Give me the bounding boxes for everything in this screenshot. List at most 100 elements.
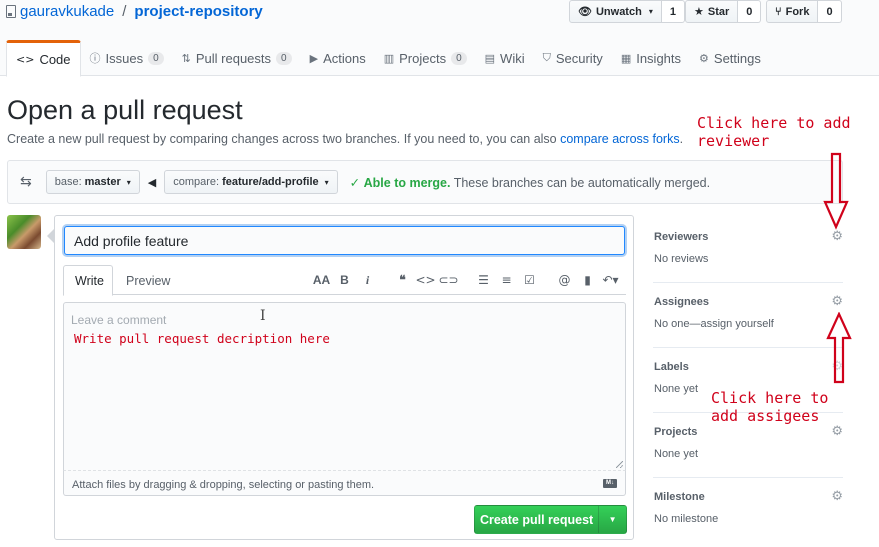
gear-icon[interactable]: ⚙ bbox=[831, 489, 843, 504]
code-icon[interactable]: <> bbox=[414, 273, 437, 287]
tab-actions-label: Actions bbox=[323, 50, 366, 66]
code-icon: <> bbox=[16, 53, 35, 66]
bookmark-icon[interactable]: ▮ bbox=[576, 273, 599, 287]
sidebar-heading: Reviewers bbox=[654, 231, 709, 243]
issues-counter: 0 bbox=[148, 51, 164, 65]
create-pull-request-button[interactable]: Create pull request ▼ bbox=[474, 505, 627, 534]
avatar[interactable] bbox=[7, 215, 41, 249]
compare-forks-link[interactable]: compare across forks bbox=[560, 132, 679, 146]
tab-preview[interactable]: Preview bbox=[115, 265, 181, 296]
sidebar-reviewers: Reviewers ⚙ No reviews bbox=[653, 218, 843, 283]
pull-requests-counter: 0 bbox=[276, 51, 292, 65]
gear-icon[interactable]: ⚙ bbox=[831, 294, 843, 309]
tab-write[interactable]: Write bbox=[63, 265, 113, 296]
chevron-down-icon: ▾ bbox=[126, 177, 131, 187]
page-subtitle: Create a new pull request by comparing c… bbox=[7, 132, 683, 146]
comment-placeholder: Leave a comment bbox=[71, 313, 167, 327]
gear-icon[interactable]: ⚙ bbox=[831, 229, 843, 244]
tab-actions[interactable]: ▶ Actions bbox=[301, 40, 375, 76]
reply-icon[interactable]: ↶▾ bbox=[599, 273, 622, 287]
star-button[interactable]: ★ Star bbox=[685, 0, 739, 23]
unordered-list-icon[interactable]: ☰ bbox=[472, 273, 495, 287]
sidebar-heading: Projects bbox=[654, 426, 698, 438]
sidebar-value: None yet bbox=[654, 383, 699, 395]
fork-group: ⑂ Fork 0 bbox=[766, 0, 842, 23]
merge-status-text: These branches can be automatically merg… bbox=[450, 175, 711, 190]
comment-textarea[interactable]: Leave a comment I bbox=[63, 302, 626, 471]
subtitle-end: . bbox=[679, 132, 684, 146]
markdown-icon[interactable]: M↓ bbox=[603, 479, 617, 488]
star-count[interactable]: 0 bbox=[738, 0, 762, 23]
bold-icon[interactable]: B bbox=[333, 273, 356, 287]
page-title: Open a pull request bbox=[7, 95, 243, 125]
base-branch-name: master bbox=[84, 176, 121, 188]
mention-icon[interactable]: @ bbox=[553, 273, 576, 287]
compare-branch-select[interactable]: compare: feature/add-profile ▾ bbox=[164, 170, 338, 194]
task-list-icon[interactable]: ☑ bbox=[518, 273, 541, 287]
shield-icon: ⛉ bbox=[542, 51, 551, 64]
tab-projects-label: Projects bbox=[399, 50, 447, 66]
fork-label: Fork bbox=[785, 5, 810, 18]
check-icon: ✓ bbox=[349, 175, 361, 190]
repo-separator: / bbox=[122, 3, 127, 20]
watch-count[interactable]: 1 bbox=[661, 0, 685, 23]
sidebar-value: None yet bbox=[654, 448, 699, 460]
unwatch-button[interactable]: 👁 Unwatch ▾ bbox=[569, 0, 662, 23]
base-branch-select[interactable]: base: master ▾ bbox=[45, 170, 140, 194]
sidebar-value[interactable]: No one—assign yourself bbox=[654, 318, 774, 330]
arrow-down-icon bbox=[823, 152, 849, 230]
new-pr-form: Write Preview AA B i ❝ <> ⊂⊃ ☰ ≡ ☑ @ ▮ ↶… bbox=[47, 215, 634, 540]
tab-issues[interactable]: ⓘ Issues 0 bbox=[81, 40, 173, 76]
sidebar-assignees: Assignees ⚙ No one—assign yourself bbox=[653, 283, 843, 348]
tab-settings[interactable]: ⚙ Settings bbox=[690, 40, 770, 76]
merge-status: ✓ Able to merge. These branches can be a… bbox=[350, 175, 710, 190]
tab-projects[interactable]: ▥ Projects 0 bbox=[375, 40, 476, 76]
annotation-reviewer: Click here to add reviewer bbox=[697, 114, 851, 150]
chevron-down-icon: ▾ bbox=[648, 7, 653, 16]
comment-tabnav: Write Preview AA B i ❝ <> ⊂⊃ ☰ ≡ ☑ @ ▮ ↶… bbox=[63, 265, 626, 296]
tab-code-label: Code bbox=[39, 52, 71, 67]
eye-icon: 👁 bbox=[578, 5, 592, 18]
tab-insights[interactable]: ▦ Insights bbox=[612, 40, 690, 76]
fork-button[interactable]: ⑂ Fork bbox=[766, 0, 819, 23]
repo-owner-link[interactable]: gauravkukade bbox=[20, 3, 114, 20]
header-icon[interactable]: AA bbox=[310, 273, 333, 287]
tab-pull-requests-label: Pull requests bbox=[195, 50, 272, 66]
arrow-up-icon bbox=[826, 312, 852, 384]
link-icon[interactable]: ⊂⊃ bbox=[437, 273, 460, 287]
gear-icon[interactable]: ⚙ bbox=[831, 424, 843, 439]
star-label: Star bbox=[707, 5, 730, 18]
annotation-description: Write pull request decription here bbox=[74, 331, 330, 346]
chevron-down-icon[interactable]: ▼ bbox=[598, 506, 626, 533]
tab-wiki[interactable]: ▤ Wiki bbox=[476, 40, 534, 76]
repo-name-link[interactable]: project-repository bbox=[134, 3, 262, 20]
ordered-list-icon[interactable]: ≡ bbox=[495, 273, 518, 287]
tab-pull-requests[interactable]: ⇅ Pull requests 0 bbox=[173, 40, 301, 76]
pr-title-input[interactable] bbox=[64, 226, 625, 255]
create-pull-request-label: Create pull request bbox=[479, 512, 594, 527]
book-icon: ▤ bbox=[484, 51, 496, 65]
repo-header: gauravkukade / project-repository 👁 Unwa… bbox=[0, 0, 879, 77]
project-icon: ▥ bbox=[383, 51, 395, 65]
repo-icon bbox=[6, 5, 16, 18]
tab-insights-label: Insights bbox=[636, 50, 682, 66]
quote-icon[interactable]: ❝ bbox=[391, 273, 414, 287]
arrow-left-icon: ◀ bbox=[147, 176, 157, 189]
markdown-toolbar: AA B i ❝ <> ⊂⊃ ☰ ≡ ☑ @ ▮ ↶▾ bbox=[310, 265, 622, 295]
compare-branch-name: feature/add-profile bbox=[222, 176, 319, 188]
tab-security[interactable]: ⛉ Security bbox=[534, 40, 612, 76]
compare-prefix: compare: bbox=[173, 176, 220, 188]
subtitle-text: Create a new pull request by comparing c… bbox=[7, 132, 561, 146]
tab-issues-label: Issues bbox=[105, 50, 144, 66]
projects-counter: 0 bbox=[451, 51, 467, 65]
sidebar-value: No reviews bbox=[654, 253, 709, 265]
fork-count[interactable]: 0 bbox=[818, 0, 842, 23]
file-attachment-bar[interactable]: Attach files by dragging & dropping, sel… bbox=[63, 471, 626, 496]
star-group: ★ Star 0 bbox=[685, 0, 762, 23]
italic-icon[interactable]: i bbox=[356, 273, 379, 288]
tab-code[interactable]: <> Code bbox=[6, 40, 81, 77]
resize-handle-icon[interactable] bbox=[616, 461, 623, 468]
gear-icon: ⚙ bbox=[699, 51, 709, 65]
repo-title: gauravkukade / project-repository bbox=[6, 3, 263, 20]
star-icon: ★ bbox=[694, 5, 704, 18]
